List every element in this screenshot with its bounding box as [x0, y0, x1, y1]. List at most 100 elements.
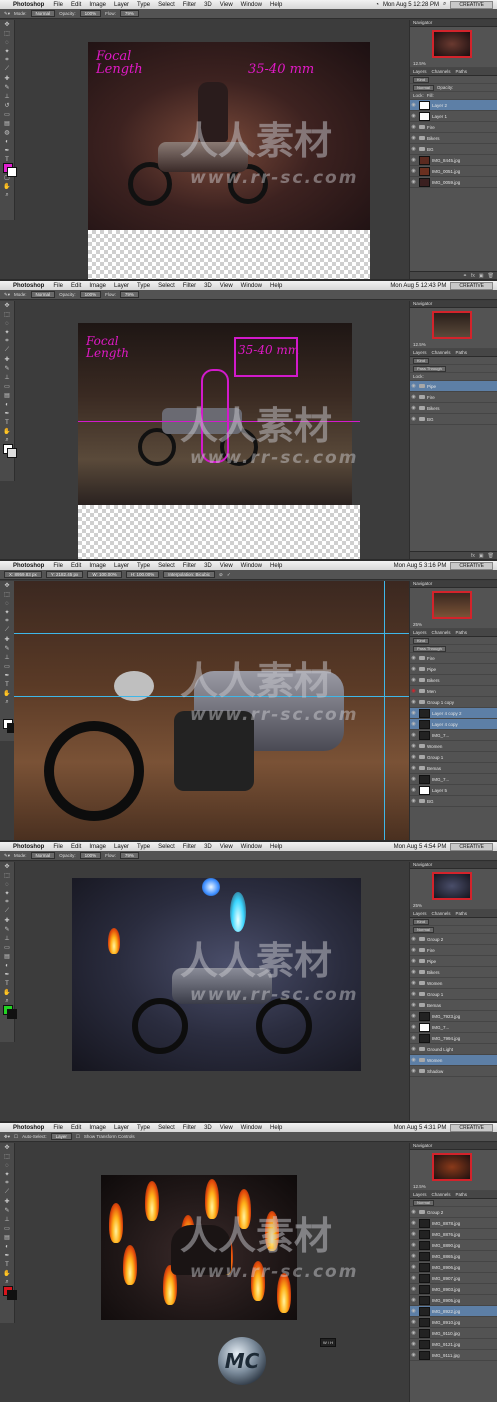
layer-row[interactable]: ◉ Layer 5: [410, 785, 497, 796]
menu-type[interactable]: Type: [133, 283, 154, 289]
layer-row[interactable]: ◉ IMG_8905.jpg: [410, 1295, 497, 1306]
layer-row[interactable]: ◉ IMG_7994.jpg: [410, 1033, 497, 1044]
visibility-eye-icon[interactable]: ◉: [410, 102, 417, 108]
tab-paths[interactable]: Paths: [456, 1192, 468, 1197]
zoom-value[interactable]: 25%: [413, 903, 422, 908]
healing-tool-icon[interactable]: ✚: [0, 916, 14, 925]
move-tool-icon[interactable]: ✥: [0, 301, 14, 310]
gradient-tool-icon[interactable]: ▤: [0, 1233, 14, 1242]
marquee-tool-icon[interactable]: ⬚: [0, 590, 14, 599]
eraser-tool-icon[interactable]: ▭: [0, 943, 14, 952]
menu-help[interactable]: Help: [266, 2, 286, 8]
eraser-tool-icon[interactable]: ▭: [0, 1224, 14, 1233]
visibility-eye-icon[interactable]: ◉: [410, 677, 417, 683]
zoom-value[interactable]: 12.5%: [413, 61, 426, 66]
blend-mode-select[interactable]: Pass Through: [413, 365, 446, 372]
layer-row[interactable]: ◉ Group 1: [410, 989, 497, 1000]
menu-file[interactable]: File: [49, 844, 67, 850]
visibility-eye-icon[interactable]: ◉: [410, 1297, 417, 1303]
layer-row[interactable]: ◉ IMG_7...: [410, 1022, 497, 1033]
gradient-tool-icon[interactable]: ▤: [0, 391, 14, 400]
tab-layers[interactable]: Layers: [413, 630, 427, 635]
app-menu[interactable]: Photoshop: [10, 563, 49, 569]
visibility-eye-icon[interactable]: ◉: [410, 798, 417, 804]
menu-window[interactable]: Window: [237, 2, 266, 8]
layer-row[interactable]: ◉ Bikers: [410, 403, 497, 414]
layer-row[interactable]: ◉ Fire: [410, 653, 497, 664]
menu-edit[interactable]: Edit: [67, 563, 85, 569]
move-tool-icon[interactable]: ✥: [0, 1143, 14, 1152]
cancel-transform-icon[interactable]: ⊘: [219, 572, 223, 578]
layer-row[interactable]: ◉ Pipe: [410, 956, 497, 967]
type-tool-icon[interactable]: T: [0, 680, 14, 689]
tab-channels[interactable]: Channels: [432, 630, 451, 635]
quick-select-tool-icon[interactable]: ✦: [0, 328, 14, 337]
menu-view[interactable]: View: [216, 1125, 237, 1131]
layer-row[interactable]: ◉ Men: [410, 686, 497, 697]
brush-preset-icon[interactable]: ✎▾: [4, 853, 10, 859]
menu-type[interactable]: Type: [133, 1125, 154, 1131]
visibility-eye-icon[interactable]: ◉: [410, 947, 417, 953]
kind-filter[interactable]: Kind: [413, 357, 430, 364]
menu-file[interactable]: File: [49, 1125, 67, 1131]
quick-select-tool-icon[interactable]: ✦: [0, 608, 14, 617]
dodge-tool-icon[interactable]: ◐: [0, 137, 14, 146]
background-color[interactable]: [7, 1290, 17, 1300]
type-tool-icon[interactable]: T: [0, 418, 14, 427]
visibility-eye-icon[interactable]: ◉: [410, 124, 417, 130]
crop-tool-icon[interactable]: ⌗: [0, 337, 14, 346]
visibility-eye-icon[interactable]: ◉: [410, 776, 417, 782]
tab-paths[interactable]: Paths: [456, 350, 468, 355]
zoom-tool-icon[interactable]: ⌕: [0, 191, 14, 200]
navigator-panel-title[interactable]: Navigator: [410, 301, 497, 308]
layer-row[interactable]: ◉ Bemas: [410, 763, 497, 774]
document-canvas[interactable]: Focal Length 35-40 mm: [78, 323, 360, 559]
layer-row[interactable]: ◉ Shadow: [410, 1066, 497, 1077]
menu-image[interactable]: Image: [85, 844, 110, 850]
flow-field[interactable]: 79%: [119, 852, 139, 859]
layer-row[interactable]: ◉ Fire: [410, 945, 497, 956]
layer-row[interactable]: ◉ Ground Light: [410, 1044, 497, 1055]
healing-tool-icon[interactable]: ✚: [0, 355, 14, 364]
layer-row[interactable]: ◉ IMG_8878.jpg: [410, 1218, 497, 1229]
tab-layers[interactable]: Layers: [413, 1192, 427, 1197]
tab-paths[interactable]: Paths: [456, 911, 468, 916]
app-menu[interactable]: Photoshop: [10, 283, 49, 289]
layer-row[interactable]: ◉ Group 1 copy: [410, 697, 497, 708]
layer-row[interactable]: ◉ Bikers: [410, 675, 497, 686]
hand-tool-icon[interactable]: ✋: [0, 427, 14, 436]
pen-tool-icon[interactable]: ✒: [0, 409, 14, 418]
menu-help[interactable]: Help: [266, 283, 286, 289]
opacity-field[interactable]: 100%: [79, 852, 102, 859]
hand-tool-icon[interactable]: ✋: [0, 1269, 14, 1278]
tab-paths[interactable]: Paths: [456, 630, 468, 635]
new-layer-icon[interactable]: ▣: [479, 553, 484, 559]
trash-icon[interactable]: 🗑: [488, 273, 494, 279]
visibility-eye-icon[interactable]: ◉: [410, 980, 417, 986]
layer-row[interactable]: ◉ IMG_8922.jpg: [410, 1306, 497, 1317]
commit-transform-icon[interactable]: ✓: [227, 572, 231, 578]
layer-row[interactable]: ◉ IMG_9111.jpg: [410, 1350, 497, 1361]
workspace-switcher[interactable]: CREATIVE: [450, 842, 493, 851]
document-canvas[interactable]: [72, 878, 361, 1071]
lasso-tool-icon[interactable]: ◌: [0, 38, 14, 47]
visibility-eye-icon[interactable]: ◉: [410, 1319, 417, 1325]
history-brush-icon[interactable]: ↺: [0, 101, 14, 110]
layer-row[interactable]: ◉ BG: [410, 414, 497, 425]
brush-tool-icon[interactable]: ✎: [0, 83, 14, 92]
blend-mode-select[interactable]: Normal: [413, 926, 434, 933]
layer-row[interactable]: ◉ IMG_8445.jpg: [410, 155, 497, 166]
layer-row[interactable]: ◉ IMG_8903.jpg: [410, 1284, 497, 1295]
tab-channels[interactable]: Channels: [432, 1192, 451, 1197]
hand-tool-icon[interactable]: ✋: [0, 689, 14, 698]
navigator-panel-title[interactable]: Navigator: [410, 1143, 497, 1150]
tab-layers[interactable]: Layers: [413, 69, 427, 74]
menu-3d[interactable]: 3D: [200, 844, 216, 850]
menu-filter[interactable]: Filter: [179, 283, 200, 289]
visibility-eye-icon[interactable]: ◉: [410, 1231, 417, 1237]
x-field[interactable]: X: 8959.83 px: [4, 571, 42, 578]
layer-row[interactable]: ◉ Pipe: [410, 381, 497, 392]
wifi-icon[interactable]: ◔: [375, 2, 379, 8]
menu-view[interactable]: View: [216, 844, 237, 850]
quick-select-tool-icon[interactable]: ✦: [0, 889, 14, 898]
